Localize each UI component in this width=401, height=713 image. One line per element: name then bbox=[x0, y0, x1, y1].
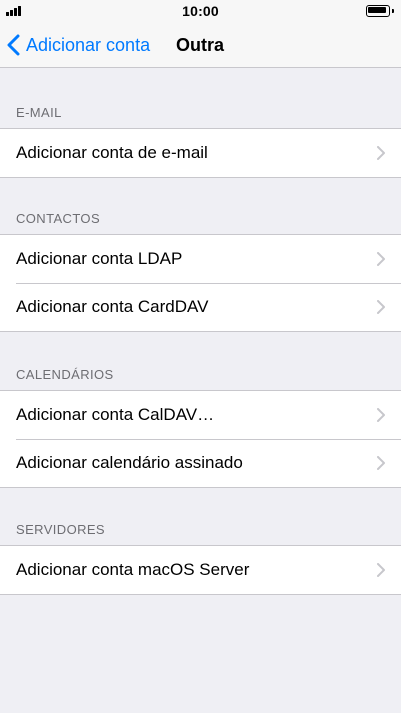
list-item-add-ldap-account[interactable]: Adicionar conta LDAP bbox=[0, 235, 401, 283]
section-group-email: Adicionar conta de e-mail bbox=[0, 128, 401, 178]
list-item-label: Adicionar conta CalDAV… bbox=[16, 405, 215, 424]
section-group-calendars: Adicionar conta CalDAV… Adicionar calend… bbox=[0, 390, 401, 488]
chevron-right-icon bbox=[377, 563, 385, 577]
section-header-calendars: CALENDÁRIOS bbox=[16, 367, 114, 382]
status-bar: 10:00 bbox=[0, 0, 401, 22]
chevron-left-icon bbox=[7, 34, 20, 56]
section-group-contacts: Adicionar conta LDAP Adicionar conta Car… bbox=[0, 234, 401, 332]
back-button[interactable]: Adicionar conta bbox=[6, 22, 150, 68]
list-item-label: Adicionar conta de e-mail bbox=[16, 143, 208, 162]
list-item-add-subscribed-calendar[interactable]: Adicionar calendário assinado bbox=[0, 439, 401, 487]
chevron-right-icon bbox=[377, 408, 385, 422]
navigation-bar: Adicionar conta Outra bbox=[0, 22, 401, 68]
list-item-label: Adicionar calendário assinado bbox=[16, 453, 243, 472]
list-item-label: Adicionar conta CardDAV bbox=[16, 297, 209, 316]
list-item-add-carddav-account[interactable]: Adicionar conta CardDAV bbox=[0, 283, 401, 331]
chevron-right-icon bbox=[377, 252, 385, 266]
list-item-add-caldav-account[interactable]: Adicionar conta CalDAV… bbox=[0, 391, 401, 439]
page-title: Outra bbox=[176, 35, 225, 55]
chevron-right-icon bbox=[377, 300, 385, 314]
back-button-label: Adicionar conta bbox=[26, 34, 151, 55]
chevron-right-icon bbox=[377, 456, 385, 470]
battery-full-icon bbox=[366, 5, 394, 17]
section-header-servers: SERVIDORES bbox=[16, 522, 106, 537]
list-item-add-macos-server-account[interactable]: Adicionar conta macOS Server bbox=[0, 546, 401, 594]
list-item-add-email-account[interactable]: Adicionar conta de e-mail bbox=[0, 129, 401, 177]
chevron-right-icon bbox=[377, 146, 385, 160]
section-header-email: E-MAIL bbox=[16, 105, 62, 120]
list-item-label: Adicionar conta LDAP bbox=[16, 249, 183, 268]
status-time: 10:00 bbox=[182, 3, 219, 19]
section-group-servers: Adicionar conta macOS Server bbox=[0, 545, 401, 595]
list-item-label: Adicionar conta macOS Server bbox=[16, 560, 250, 579]
section-header-contacts: CONTACTOS bbox=[16, 211, 101, 226]
